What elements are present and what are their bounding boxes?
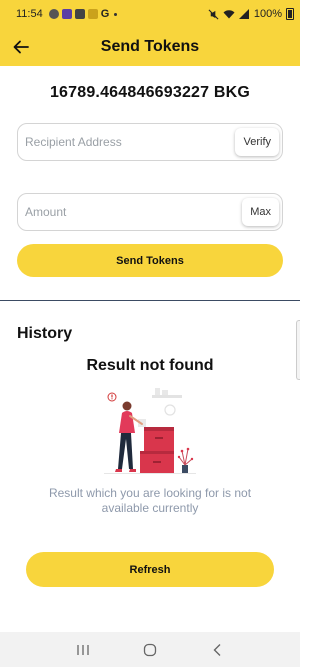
page-title: Send Tokens (100, 38, 200, 55)
home-button[interactable] (138, 638, 162, 662)
signal-icon (238, 9, 249, 19)
verify-button[interactable]: Verify (235, 128, 279, 156)
section-divider (0, 300, 300, 301)
history-title: History (17, 325, 73, 342)
notification-app-icon (61, 9, 72, 19)
notification-app-icon (74, 9, 85, 19)
notification-app-icon (87, 9, 98, 19)
token-balance: 16789.464846693227 BKG (49, 84, 251, 101)
google-icon: G (100, 8, 110, 20)
system-nav-bar (0, 632, 300, 667)
more-notifications-icon (114, 12, 118, 16)
amount-input[interactable] (18, 194, 228, 230)
home-icon (143, 643, 157, 656)
app-bar: Send Tokens (0, 28, 300, 66)
status-right: 100% (208, 8, 294, 20)
mute-icon (208, 9, 219, 19)
status-bar: 11:54 G 100% (0, 0, 300, 28)
wifi-icon (223, 10, 235, 19)
recipient-address-input[interactable] (18, 124, 228, 160)
battery-icon (286, 8, 294, 20)
battery-percent: 100% (253, 8, 282, 20)
status-time: 11:54 (16, 8, 43, 20)
back-nav-button[interactable] (205, 638, 229, 662)
recipient-address-field: Verify (17, 123, 283, 161)
empty-state-illustration (104, 388, 196, 474)
refresh-button[interactable]: Refresh (26, 552, 274, 587)
send-tokens-button[interactable]: Send Tokens (17, 244, 283, 277)
chevron-left-icon (213, 643, 221, 656)
amount-field: Max (17, 193, 283, 231)
empty-state-description: Result which you are looking for is not … (48, 486, 252, 515)
back-button[interactable] (10, 36, 32, 58)
recent-apps-icon (77, 644, 89, 655)
recent-apps-button[interactable] (71, 638, 95, 662)
empty-state-title: Result not found (86, 357, 214, 374)
arrow-left-icon (13, 40, 29, 54)
status-left: 11:54 G (16, 8, 118, 20)
notification-app-icon (48, 9, 59, 19)
max-button[interactable]: Max (242, 198, 279, 226)
